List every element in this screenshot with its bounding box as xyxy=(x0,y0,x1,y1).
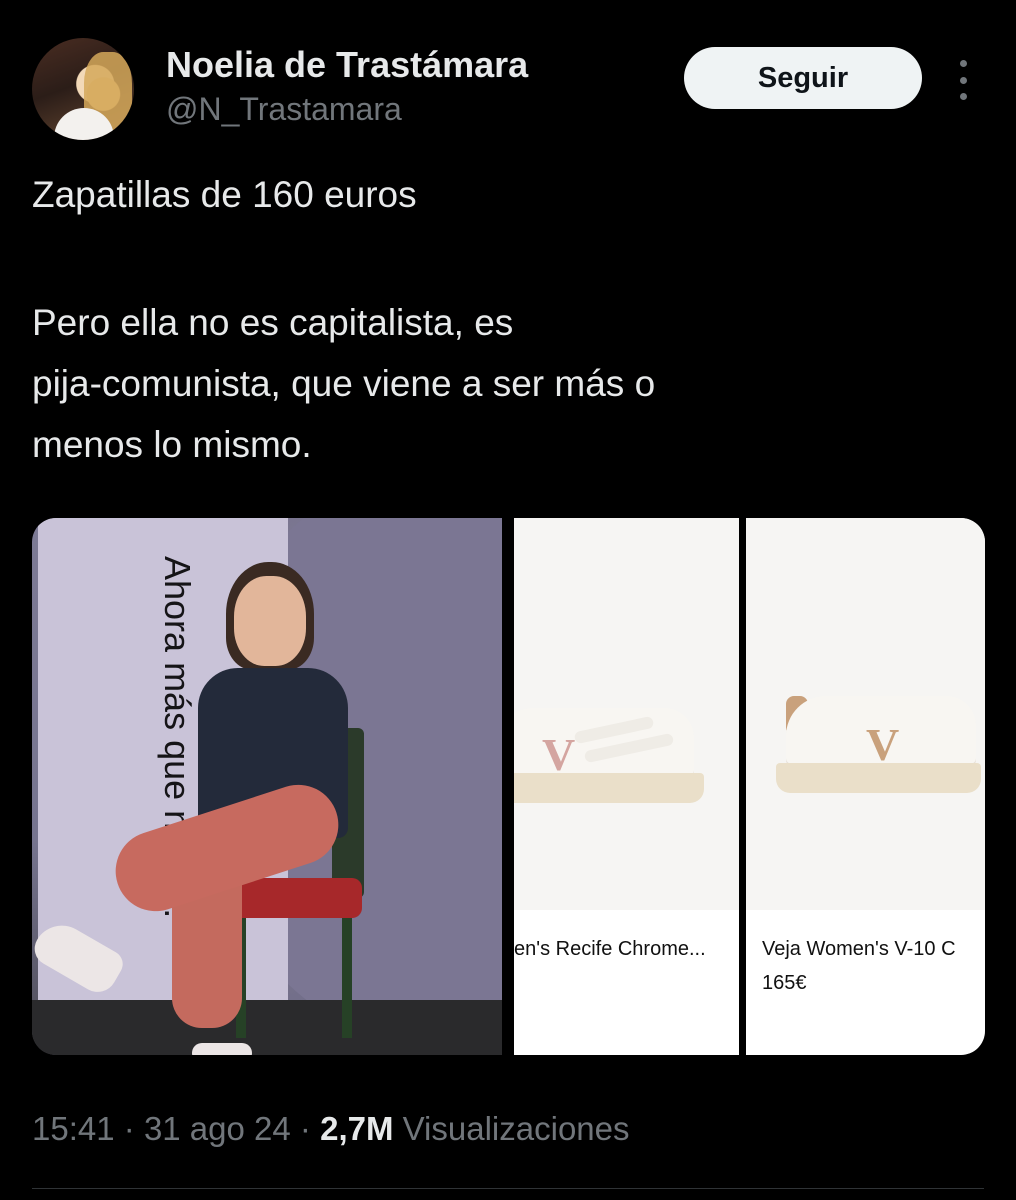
product-image: V xyxy=(746,518,985,910)
product-card[interactable]: V en's Recife Chrome... xyxy=(514,518,739,1055)
tweet-meta: 15:41 · 31 ago 24 · 2,7M Visualizaciones xyxy=(32,1110,630,1148)
avatar[interactable] xyxy=(32,38,134,140)
product-card[interactable]: V Veja Women's V-10 C 165€ xyxy=(746,518,985,1055)
views-count[interactable]: 2,7M xyxy=(320,1110,393,1147)
meta-separator: · xyxy=(123,1110,135,1147)
product-caption: en's Recife Chrome... xyxy=(514,938,706,960)
meta-separator: · xyxy=(299,1110,311,1147)
product-price: 165€ xyxy=(762,972,807,994)
divider xyxy=(32,1188,984,1189)
product-image: V xyxy=(514,518,739,910)
veja-logo: V xyxy=(866,719,900,770)
tweet-date[interactable]: 31 ago 24 xyxy=(144,1110,291,1147)
more-dot xyxy=(959,93,967,100)
sneaker-sole xyxy=(776,763,981,793)
stage-floor xyxy=(32,1000,502,1055)
more-vertical-icon[interactable] xyxy=(950,60,976,100)
tweet-time[interactable]: 15:41 xyxy=(32,1110,115,1147)
tweet-text-line: Zapatillas de 160 euros xyxy=(32,174,417,215)
sneaker-sole xyxy=(514,773,704,803)
tweet-media[interactable]: Ahora más que nunca. V en's Recife Chrom… xyxy=(32,518,985,1055)
tweet-text-line: Pero ella no es capitalista, es xyxy=(32,302,514,343)
tweet-text-line: menos lo mismo. xyxy=(32,424,312,465)
author-name[interactable]: Noelia de Trastámara xyxy=(166,44,528,86)
follow-button[interactable]: Seguir xyxy=(684,47,922,109)
tweet-text-line: pija-comunista, que viene a ser más o xyxy=(32,363,656,404)
person-head xyxy=(234,576,306,666)
more-dot xyxy=(959,60,967,67)
author-handle[interactable]: @N_Trastamara xyxy=(166,91,402,128)
chair-leg xyxy=(342,918,352,1038)
views-label[interactable]: Visualizaciones xyxy=(403,1110,630,1147)
event-photo[interactable]: Ahora más que nunca. xyxy=(32,518,502,1055)
person-sneaker xyxy=(192,1043,252,1055)
veja-logo: V xyxy=(542,729,576,780)
product-caption: Veja Women's V-10 C xyxy=(762,938,956,960)
more-dot xyxy=(959,76,967,84)
